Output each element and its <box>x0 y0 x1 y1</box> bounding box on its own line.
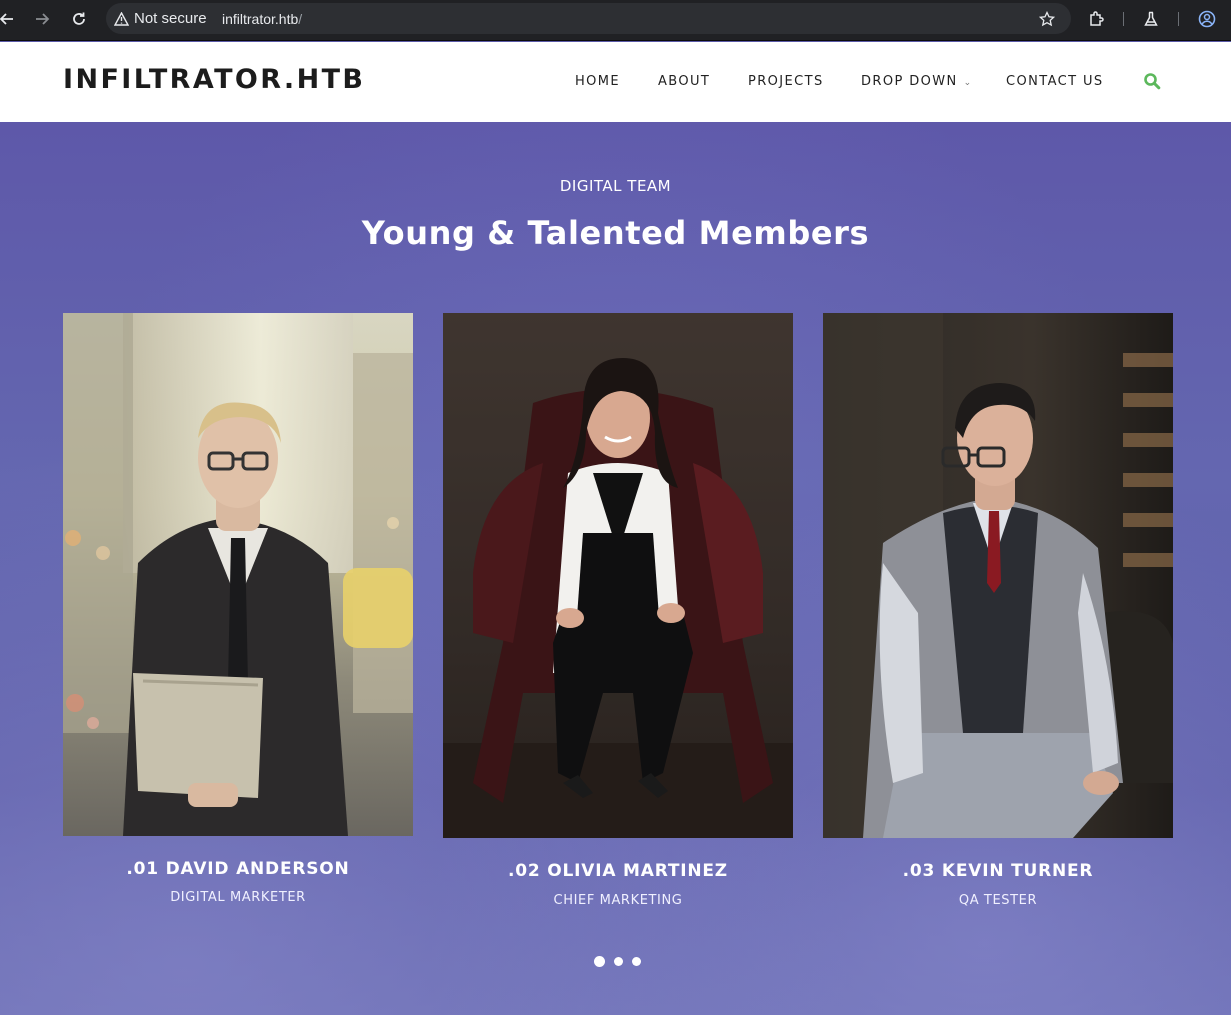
site-logo[interactable]: INFILTRATOR.HTB <box>63 64 365 95</box>
forward-icon[interactable] <box>29 6 55 32</box>
nav-projects[interactable]: PROJECTS <box>748 74 824 89</box>
site-security-chip[interactable]: Not secure <box>114 3 207 34</box>
nav-drop-down[interactable]: DROP DOWN ⌄ <box>861 74 973 89</box>
url-path: / <box>298 10 303 27</box>
carousel-dot-2[interactable] <box>614 957 623 966</box>
reload-icon[interactable] <box>66 6 92 32</box>
chevron-down-icon: ⌄ <box>963 78 973 88</box>
member-name: .03 KEVIN TURNER <box>902 861 1094 881</box>
nav-about[interactable]: ABOUT <box>658 74 710 89</box>
member-name: .01 DAVID ANDERSON <box>126 859 350 879</box>
nav-contact-us[interactable]: CONTACT US <box>1006 74 1104 89</box>
member-name: .02 OLIVIA MARTINEZ <box>508 861 728 881</box>
team-section: DIGITAL TEAM Young & Talented Members .0… <box>0 122 1231 1015</box>
url-text[interactable]: infiltrator.htb / <box>222 3 302 34</box>
carousel-dot-3[interactable] <box>632 957 641 966</box>
section-eyebrow: DIGITAL TEAM <box>559 177 672 195</box>
address-bar[interactable]: Not secure infiltrator.htb / <box>106 3 1071 34</box>
member-photo <box>823 313 1173 838</box>
member-photo <box>63 313 413 836</box>
site-header: INFILTRATOR.HTB HOME ABOUT PROJECTS DROP… <box>0 42 1231 122</box>
bookmark-star-icon[interactable] <box>1034 6 1060 32</box>
url-host: infiltrator.htb <box>222 10 299 27</box>
toolbar-divider <box>1123 12 1124 26</box>
nav-about-label: ABOUT <box>658 74 711 89</box>
browser-toolbar: Not secure infiltrator.htb / <box>0 0 1231 41</box>
nav-contact-us-label: CONTACT US <box>1006 74 1104 89</box>
carousel-pagination <box>594 956 641 967</box>
section-title: Young & Talented Members <box>361 214 870 252</box>
member-role: DIGITAL MARKETER <box>170 890 306 905</box>
profile-avatar-icon[interactable] <box>1194 6 1220 32</box>
nav-projects-label: PROJECTS <box>748 74 824 89</box>
warning-icon <box>114 11 129 26</box>
security-label: Not secure <box>134 10 207 27</box>
extensions-icon[interactable] <box>1084 6 1110 32</box>
search-icon[interactable] <box>1143 72 1161 90</box>
member-photo <box>443 313 793 838</box>
toolbar-divider <box>1178 12 1179 26</box>
nav-drop-down-label: DROP DOWN <box>861 74 958 89</box>
labs-flask-icon[interactable] <box>1138 6 1164 32</box>
carousel-dot-1[interactable] <box>594 956 605 967</box>
back-icon[interactable] <box>0 6 20 32</box>
member-role: QA TESTER <box>958 893 1038 908</box>
nav-home-label: HOME <box>575 74 621 89</box>
member-role: CHIEF MARKETING <box>553 893 683 908</box>
nav-home[interactable]: HOME <box>575 74 620 89</box>
